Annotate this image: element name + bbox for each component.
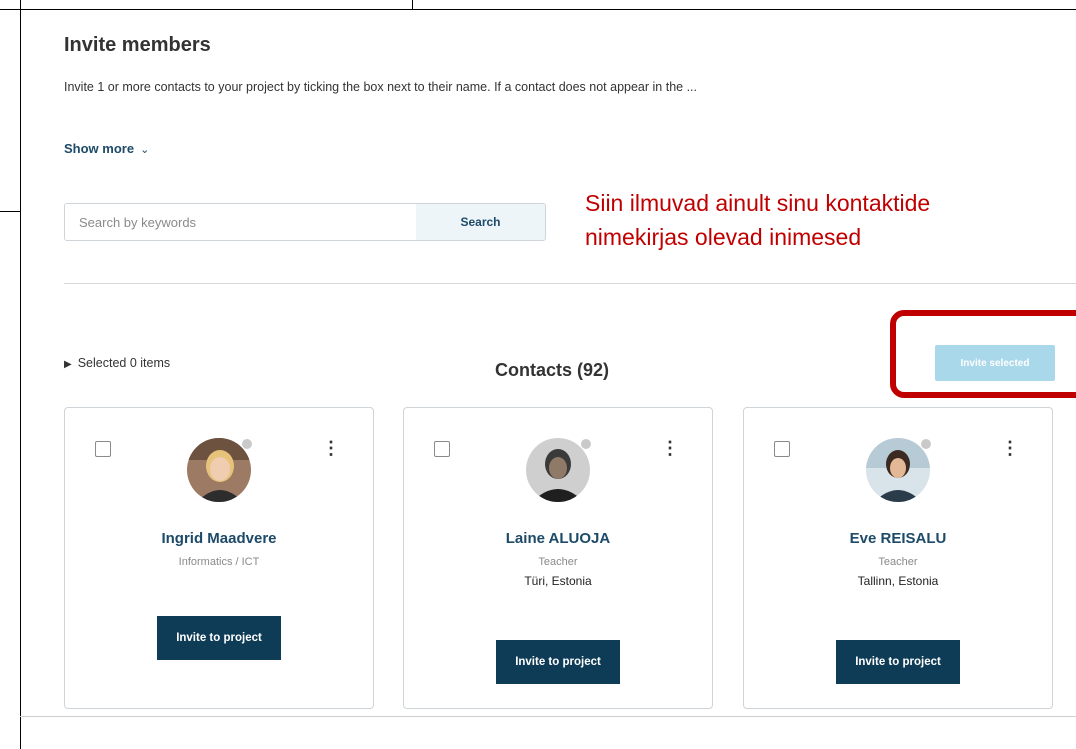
search-bar: Search [64,203,546,241]
divider [64,283,1076,284]
presence-status-icon [920,438,932,450]
contact-card: ⋮ Laine ALUOJA Teacher Türi, Estonia Inv… [403,407,713,709]
show-more-link[interactable]: Show more ⌄ [64,141,149,156]
selected-items-toggle[interactable]: ▶ Selected 0 items [64,356,170,370]
annotation-line-2: nimekirjas olevad inimesed [585,224,862,250]
search-input[interactable] [65,204,416,240]
contact-checkbox[interactable] [95,441,111,457]
triangle-right-icon: ▶ [64,359,72,370]
more-options-icon[interactable]: ⋮ [1001,438,1019,458]
more-options-icon[interactable]: ⋮ [322,438,340,458]
annotation-line-1: Siin ilmuvad ainult sinu kontaktide [585,190,931,216]
invite-to-project-button[interactable]: Invite to project [836,640,960,684]
more-options-icon[interactable]: ⋮ [661,438,679,458]
frame-notch [412,0,413,10]
contact-name[interactable]: Laine ALUOJA [404,530,712,547]
contacts-title: Contacts (92) [495,360,610,380]
contact-card: ⋮ Ingrid Maadvere Informatics / ICT Invi… [64,407,374,709]
frame-line-left [20,0,21,749]
frame-line-top [0,9,1076,10]
contact-location: Türi, Estonia [524,574,592,588]
selected-items-label: Selected 0 items [77,356,171,370]
contact-name[interactable]: Ingrid Maadvere [65,530,373,547]
frame-notch [0,211,21,212]
contact-location: Tallinn, Estonia [857,574,939,588]
contact-card: ⋮ Eve REISALU Teacher Tallinn, Estonia I… [743,407,1053,709]
contact-role: Informatics / ICT [178,556,260,568]
contact-role: Teacher [878,556,918,568]
contact-role: Teacher [538,556,578,568]
annotation-highlight-box [890,310,1076,398]
bottom-divider [20,716,1076,717]
presence-status-icon [241,438,253,450]
invite-to-project-button[interactable]: Invite to project [157,616,281,660]
chevron-down-icon: ⌄ [140,144,150,156]
contact-checkbox[interactable] [774,441,790,457]
presence-status-icon [580,438,592,450]
search-button[interactable]: Search [416,204,545,240]
annotation-note: Siin ilmuvad ainult sinu kontaktide nime… [585,186,930,254]
contact-checkbox[interactable] [434,441,450,457]
contact-name[interactable]: Eve REISALU [744,530,1052,547]
intro-text: Invite 1 or more contacts to your projec… [64,80,697,94]
show-more-label: Show more [64,141,135,156]
page-title: Invite members [64,34,211,56]
invite-to-project-button[interactable]: Invite to project [496,640,620,684]
